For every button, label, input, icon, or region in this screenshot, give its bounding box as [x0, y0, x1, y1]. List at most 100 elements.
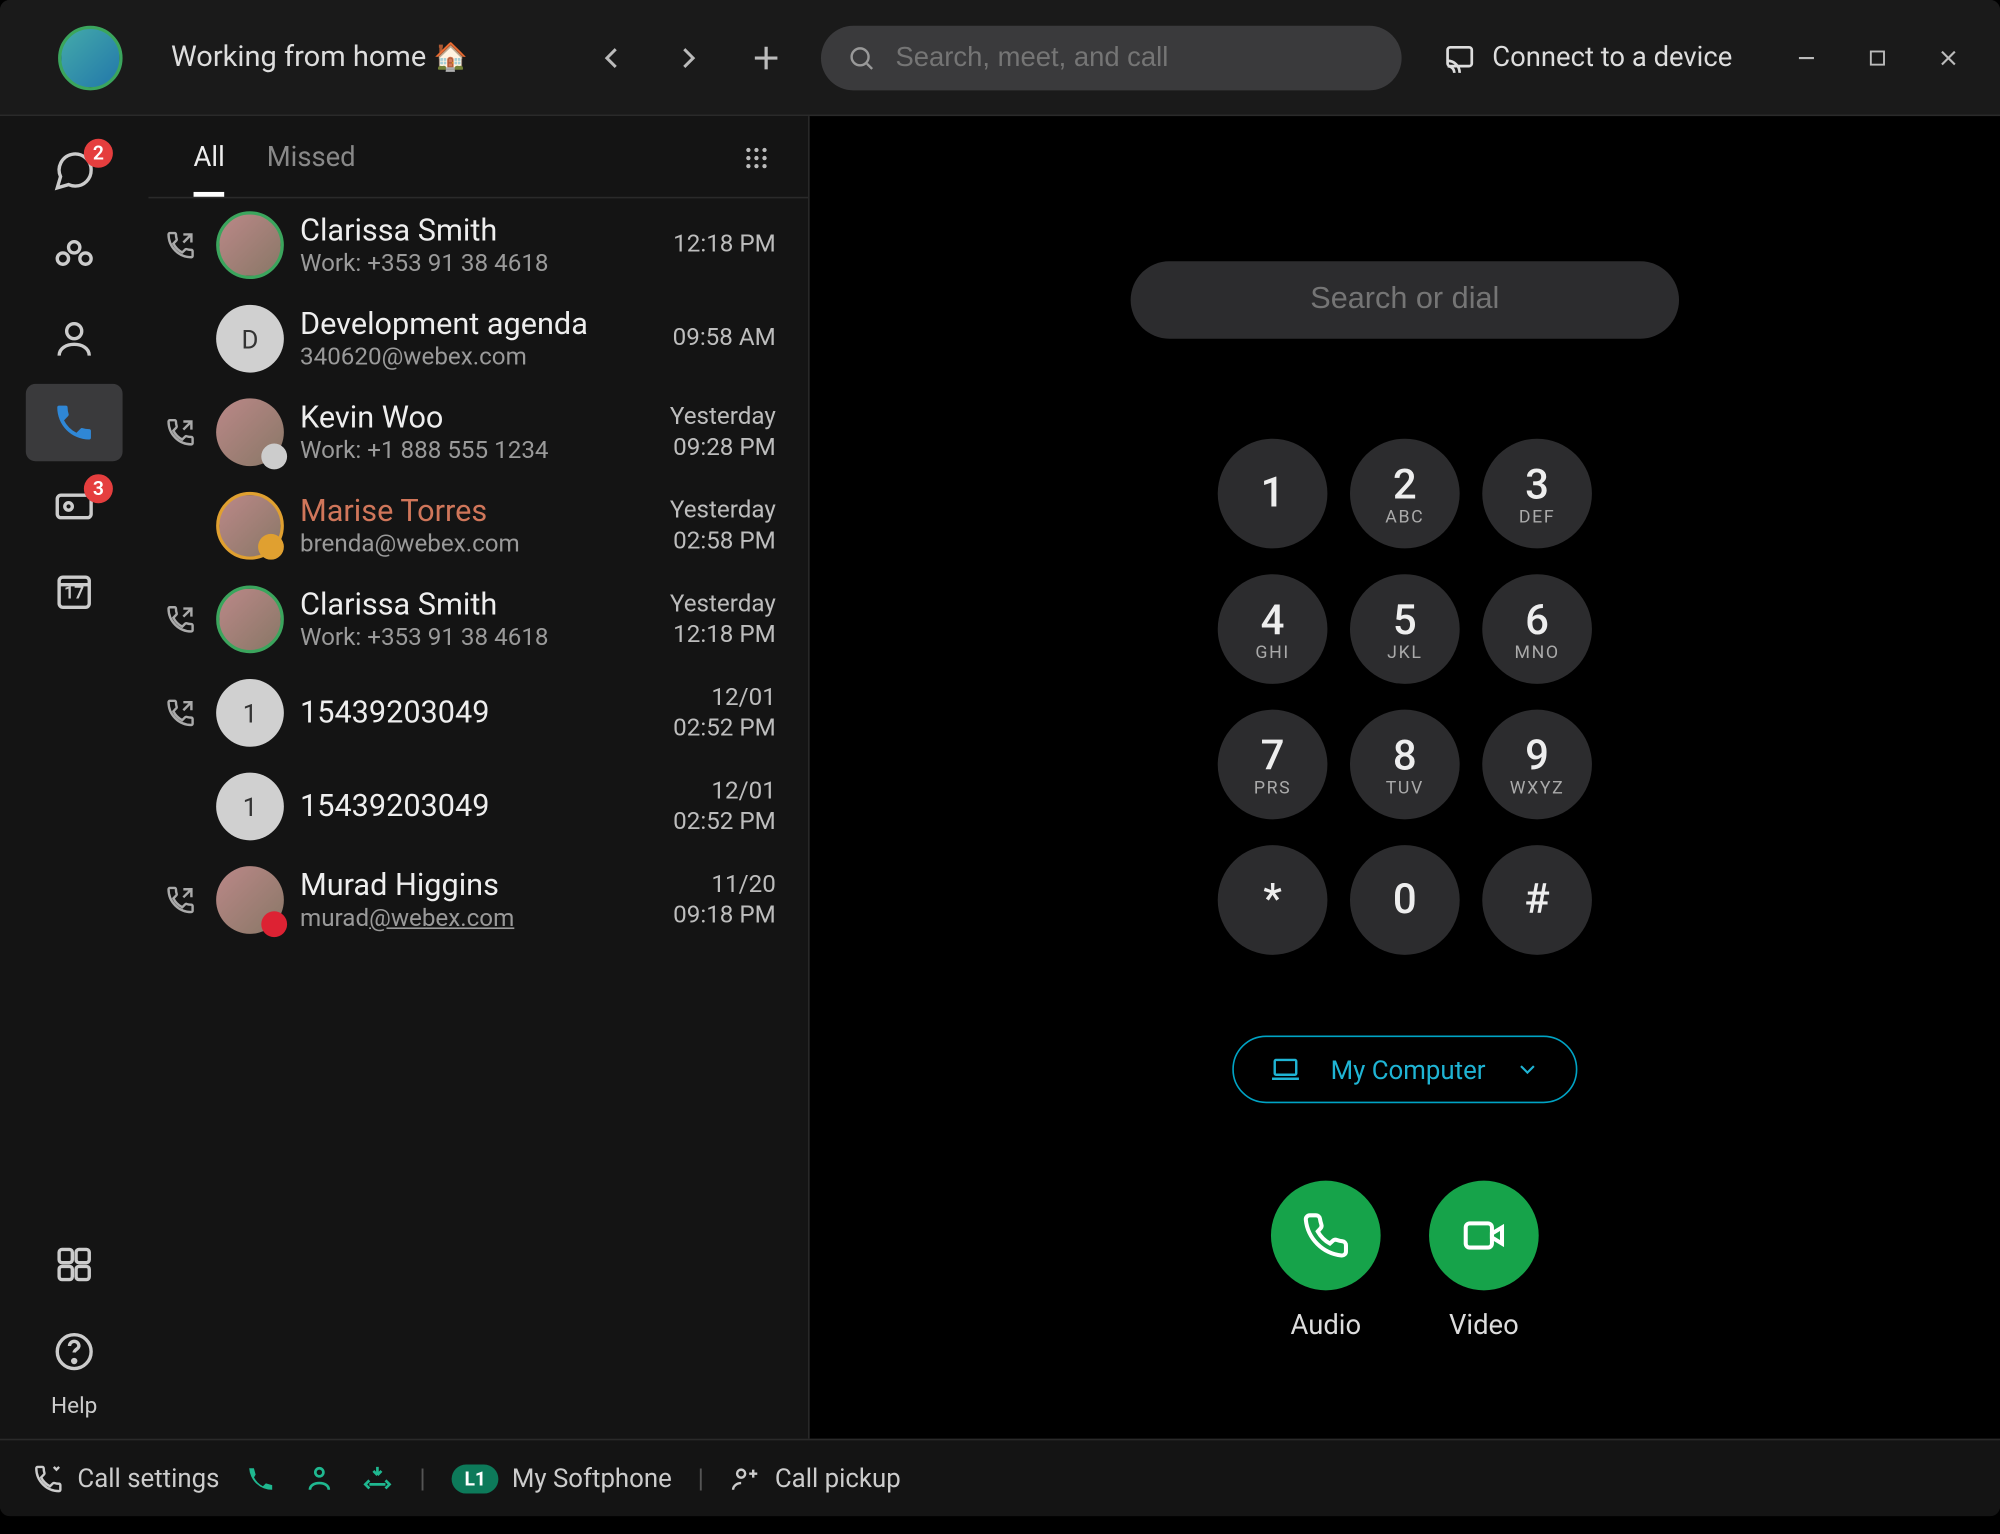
phone-icon — [1302, 1211, 1350, 1259]
call-list[interactable]: Clarissa SmithWork: +353 91 38 461812:18… — [148, 198, 808, 1438]
teams-icon — [52, 232, 97, 277]
keypad-key-5[interactable]: 5JKL — [1350, 574, 1460, 684]
status-icon-3 — [361, 1462, 393, 1494]
cast-icon — [1444, 41, 1476, 73]
call-name: Murad Higgins — [300, 867, 657, 904]
call-row[interactable]: DDevelopment agenda340620@webex.com09:58… — [148, 292, 808, 386]
clock-badge-icon — [261, 444, 287, 470]
key-digit: 0 — [1393, 876, 1417, 924]
line-pill: L1 — [452, 1464, 499, 1493]
user-status[interactable]: Working from home 🏠 — [171, 40, 468, 74]
minimize-button[interactable] — [1774, 25, 1839, 90]
audio-label: Audio — [1290, 1310, 1361, 1342]
dialpad-toggle[interactable] — [740, 142, 772, 197]
dial-search[interactable] — [1131, 261, 1679, 338]
call-row[interactable]: 11543920304912/0102:52 PM — [148, 666, 808, 760]
call-row[interactable]: Murad Higginsmurad@webex.com11/2009:18 P… — [148, 853, 808, 947]
keypad-key-0[interactable]: 0 — [1350, 845, 1460, 955]
keypad-key-8[interactable]: 8TUV — [1350, 710, 1460, 820]
nav-arrows — [583, 28, 796, 86]
call-subtitle: brenda@webex.com — [300, 530, 654, 559]
call-timestamp: Yesterday02:58 PM — [670, 494, 776, 557]
keypad-key-7[interactable]: 7PRS — [1218, 710, 1328, 820]
softphone-line[interactable]: L1 My Softphone — [452, 1463, 672, 1494]
footer-bar: Call settings | L1 My Softphone | Call p… — [0, 1439, 2000, 1516]
calendar-day-number: 17 — [64, 582, 84, 603]
nav-teams[interactable] — [26, 216, 123, 293]
call-subtitle: 340620@webex.com — [300, 343, 657, 372]
call-timestamp: 12:18 PM — [673, 229, 776, 260]
contact-avatar: 1 — [216, 773, 284, 841]
keypad-key-*[interactable]: * — [1218, 845, 1328, 955]
search-input[interactable] — [896, 41, 1377, 73]
video-call-button[interactable]: Video — [1429, 1181, 1539, 1342]
nav-help[interactable] — [26, 1313, 123, 1390]
key-digit: 7 — [1261, 731, 1285, 779]
dial-search-input[interactable] — [1207, 282, 1602, 317]
window-controls — [1774, 25, 1980, 90]
call-name: 15439203049 — [300, 788, 657, 825]
nav-apps[interactable] — [26, 1226, 123, 1303]
forward-button[interactable] — [660, 28, 718, 86]
tab-missed[interactable]: Missed — [267, 142, 356, 197]
tab-all[interactable]: All — [194, 142, 225, 197]
connect-device-button[interactable]: Connect to a device — [1444, 41, 1732, 73]
nav-voicemail[interactable]: 3 — [26, 468, 123, 545]
keypad-key-2[interactable]: 2ABC — [1350, 439, 1460, 549]
nav-contacts[interactable] — [26, 300, 123, 377]
call-timestamp: 09:58 AM — [673, 323, 776, 354]
nav-calling[interactable] — [26, 384, 123, 461]
maximize-button[interactable] — [1845, 25, 1910, 90]
phone-icon — [52, 400, 97, 445]
key-letters: JKL — [1387, 641, 1422, 662]
plus-button[interactable] — [737, 28, 795, 86]
keypad-key-9[interactable]: 9WXYZ — [1482, 710, 1592, 820]
dial-pane: 12ABC3DEF 4GHI5JKL6MNO 7PRS8TUV9WXYZ * 0 # My… — [810, 116, 2000, 1439]
phone-settings-icon — [32, 1462, 64, 1494]
red-badge-icon — [261, 911, 287, 937]
device-selector[interactable]: My Computer — [1232, 1035, 1577, 1103]
call-buttons: Audio Video — [1271, 1181, 1539, 1342]
call-name: Clarissa Smith — [300, 212, 657, 249]
key-letters: MNO — [1514, 641, 1559, 662]
keypad-key-1[interactable]: 1 — [1218, 439, 1328, 549]
laptop-icon — [1269, 1053, 1301, 1085]
contact-avatar — [216, 211, 284, 279]
back-button[interactable] — [583, 28, 641, 86]
call-row[interactable]: Marise Torresbrenda@webex.comYesterday02… — [148, 479, 808, 573]
messaging-badge: 2 — [84, 139, 113, 168]
app-window: Working from home 🏠 Connect to a device — [0, 0, 2000, 1516]
status-text: Working from home — [171, 40, 426, 74]
softphone-label: My Softphone — [512, 1463, 672, 1494]
connect-device-label: Connect to a device — [1492, 41, 1732, 73]
video-icon — [1460, 1211, 1508, 1259]
key-digit: * — [1263, 876, 1282, 924]
call-row[interactable]: Clarissa SmithWork: +353 91 38 461812:18… — [148, 198, 808, 292]
call-pickup-label: Call pickup — [775, 1463, 901, 1494]
call-name: Development agenda — [300, 306, 657, 343]
keypad-key-4[interactable]: 4GHI — [1218, 574, 1328, 684]
video-badge-icon — [258, 534, 284, 560]
call-tabs: All Missed — [148, 116, 808, 198]
nav-messaging[interactable]: 2 — [26, 132, 123, 209]
user-avatar[interactable] — [58, 25, 123, 90]
close-button[interactable] — [1916, 25, 1981, 90]
voicemail-badge: 3 — [84, 474, 113, 503]
call-pickup-button[interactable]: Call pickup — [730, 1462, 901, 1494]
key-letters: WXYZ — [1510, 777, 1565, 798]
call-direction-icon — [161, 697, 200, 729]
global-search[interactable] — [821, 25, 1402, 90]
call-row[interactable]: 1 15439203049 12/0102:52 PM — [148, 760, 808, 854]
apps-icon — [52, 1242, 97, 1287]
call-row[interactable]: Clarissa SmithWork: +353 91 38 4618Yeste… — [148, 573, 808, 667]
call-row[interactable]: Kevin WooWork: +1 888 555 1234Yesterday0… — [148, 385, 808, 479]
keypad-key-3[interactable]: 3DEF — [1482, 439, 1592, 549]
call-settings-button[interactable]: Call settings — [32, 1462, 219, 1494]
chevron-down-icon — [1515, 1056, 1541, 1082]
call-timestamp: 12/0102:52 PM — [673, 775, 776, 838]
nav-calendar[interactable]: 17 — [26, 552, 123, 629]
keypad-key-#[interactable]: # — [1482, 845, 1592, 955]
audio-call-button[interactable]: Audio — [1271, 1181, 1381, 1342]
help-label: Help — [51, 1394, 97, 1420]
keypad-key-6[interactable]: 6MNO — [1482, 574, 1592, 684]
